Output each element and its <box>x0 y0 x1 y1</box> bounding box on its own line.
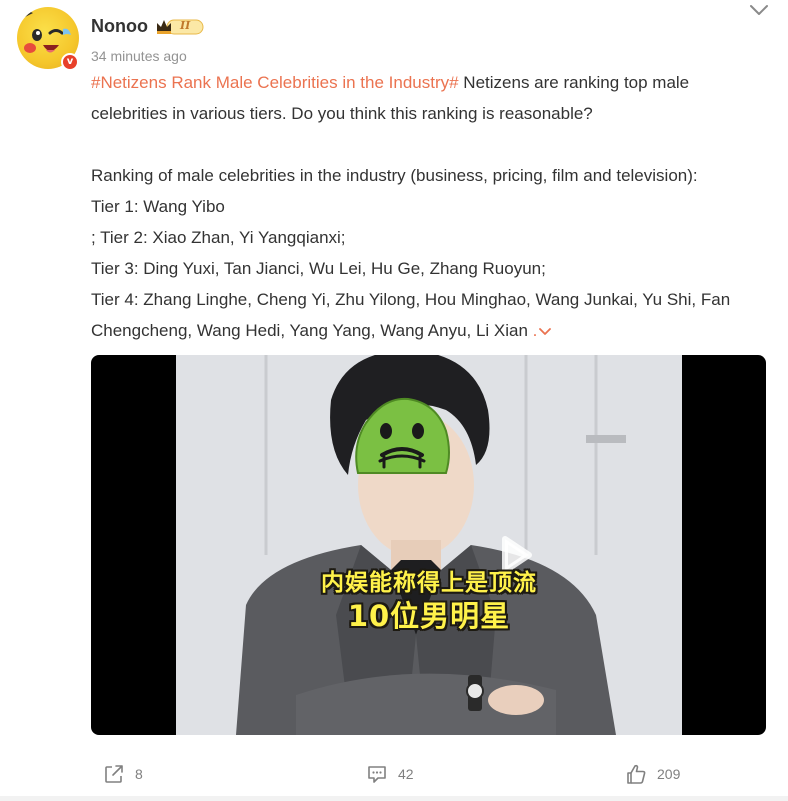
post-timestamp[interactable]: 34 minutes ago <box>91 48 187 64</box>
comment-icon <box>368 766 386 783</box>
video-player[interactable]: 内娱能称得上是顶流 10位男明星 <box>91 355 766 735</box>
post-menu-chevron-icon[interactable] <box>748 2 770 18</box>
expand-label: . <box>532 321 538 340</box>
tier-line-last: Chengcheng, Wang Hedi, Yang Yang, Wang A… <box>91 315 771 346</box>
sick-face-emoji-icon <box>352 395 452 477</box>
expand-chevron-icon <box>539 327 552 335</box>
avatar[interactable]: v <box>17 7 79 71</box>
expand-link[interactable]: . <box>533 321 552 340</box>
share-icon <box>105 765 123 783</box>
tier-line: Tier 3: Ding Yuxi, Tan Jianci, Wu Lei, H… <box>91 259 546 278</box>
share-count: 8 <box>135 766 143 782</box>
like-button[interactable]: 209 <box>625 762 680 786</box>
verified-v-icon: v <box>61 53 79 71</box>
post-text: #Netizens Rank Male Celebrities in the I… <box>91 67 771 346</box>
tier-line: Tier 1: Wang Yibo <box>91 197 225 216</box>
post-action-bar: 8 42 209 <box>0 752 788 796</box>
video-caption-line-2: 10位男明星 <box>347 599 511 633</box>
post-intro-text: Netizens are ranking top male <box>458 73 690 92</box>
video-caption-line-1: 内娱能称得上是顶流 <box>321 570 537 596</box>
author-username[interactable]: Nonoo <box>91 16 148 37</box>
comment-count: 42 <box>398 766 414 782</box>
share-button[interactable]: 8 <box>103 762 143 786</box>
tier-line: Chengcheng, Wang Hedi, Yang Yang, Wang A… <box>91 321 533 340</box>
ranking-heading: Ranking of male celebrities in the indus… <box>91 166 698 185</box>
post-intro-line-2: celebrities in various tiers. Do you thi… <box>91 104 593 123</box>
post-intro-line: #Netizens Rank Male Celebrities in the I… <box>91 67 771 98</box>
thumbs-up-icon <box>627 764 646 784</box>
like-count: 209 <box>657 766 681 782</box>
rank-level: II <box>180 19 191 32</box>
video-thumbnail: 内娱能称得上是顶流 10位男明星 <box>176 355 682 735</box>
bottom-divider <box>0 796 788 801</box>
rank-badge: II <box>155 18 205 36</box>
hashtag-link[interactable]: #Netizens Rank Male Celebrities in the I… <box>91 73 459 92</box>
tier-line: ; Tier 2: Xiao Zhan, Yi Yangqianxi; <box>91 228 346 247</box>
comment-button[interactable]: 42 <box>366 762 414 786</box>
tier-line: Tier 4: Zhang Linghe, Cheng Yi, Zhu Yilo… <box>91 290 731 309</box>
